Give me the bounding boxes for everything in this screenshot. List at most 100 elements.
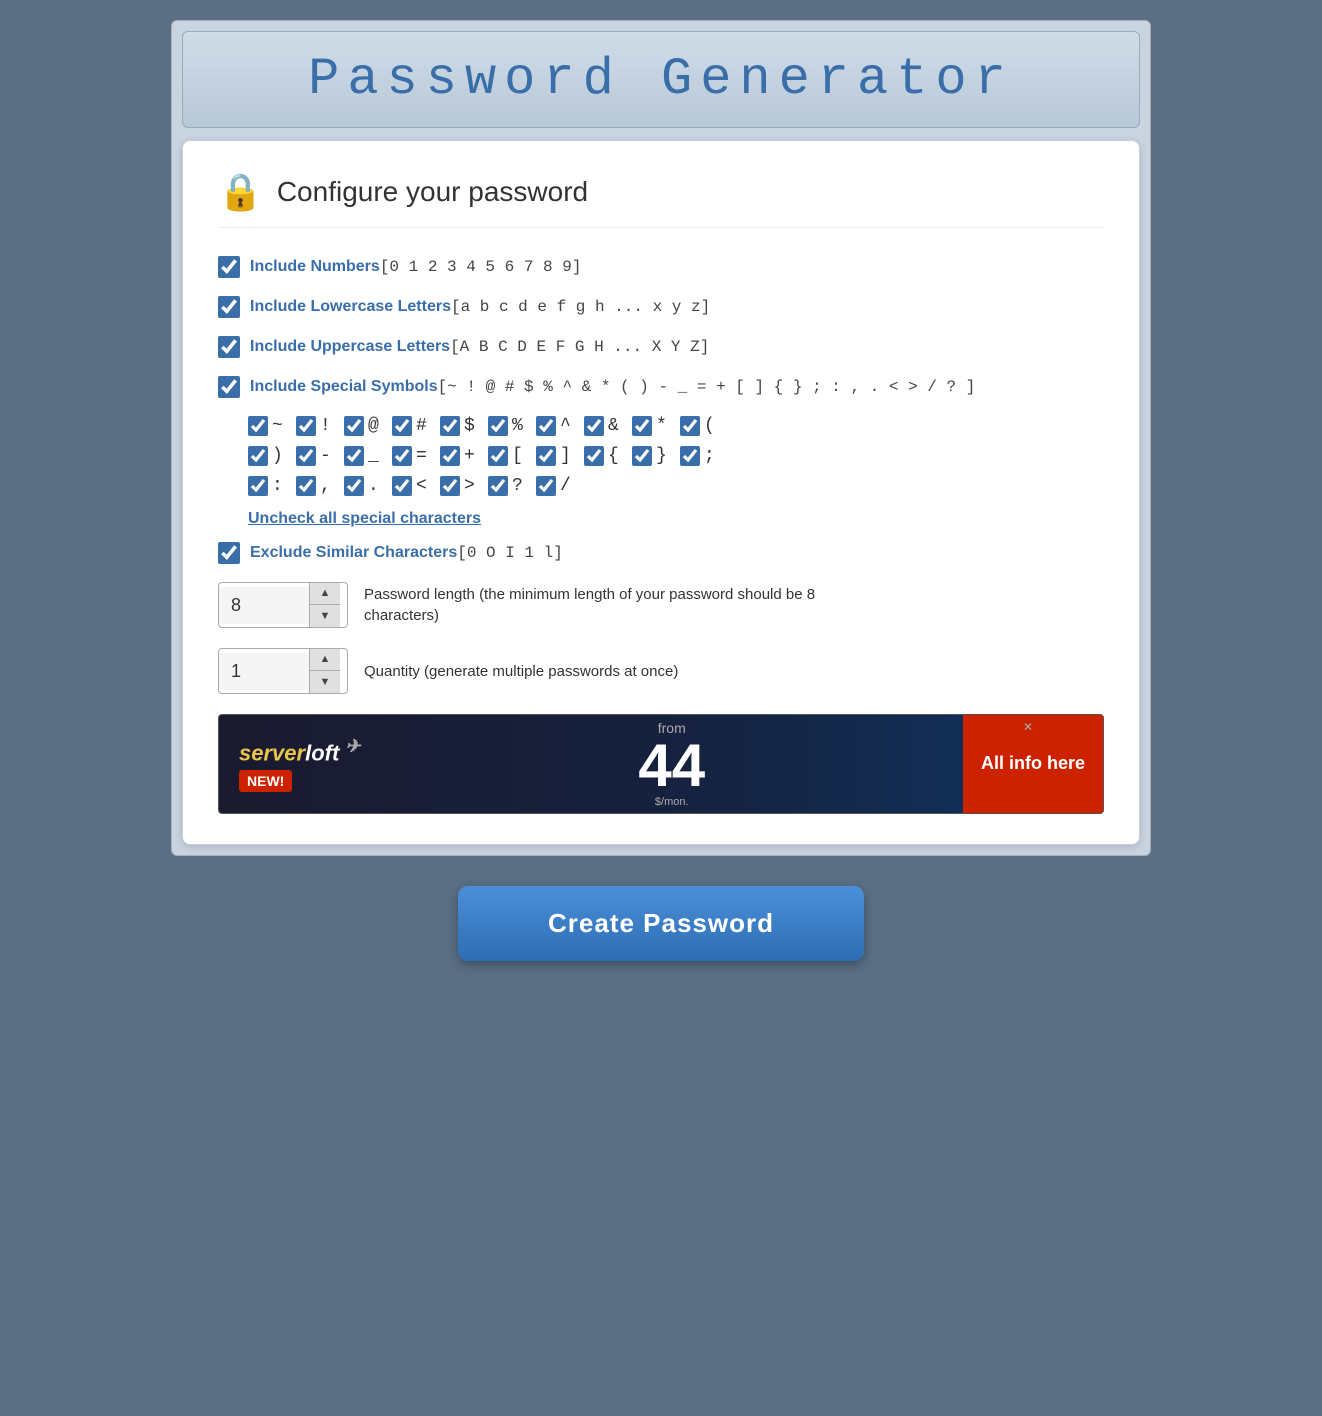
char-cbracket-checkbox[interactable] <box>536 446 556 466</box>
char-star-checkbox[interactable] <box>632 416 652 436</box>
outer-container: Password Generator 🔒 Configure your pass… <box>171 20 1151 856</box>
char-percent: % <box>488 416 528 436</box>
quantity-buttons: ▲ ▼ <box>309 649 340 693</box>
char-minus-checkbox[interactable] <box>296 446 316 466</box>
quantity-up[interactable]: ▲ <box>310 649 340 671</box>
char-plus: + <box>440 446 480 466</box>
uppercase-label[interactable]: Include Uppercase Letters <box>250 338 450 356</box>
char-at-checkbox[interactable] <box>344 416 364 436</box>
char-obracket-checkbox[interactable] <box>488 446 508 466</box>
title-bar: Password Generator <box>182 31 1140 128</box>
special-chars-grid: ~ ! @ # $ <box>248 416 1104 496</box>
char-percent-checkbox[interactable] <box>488 416 508 436</box>
char-ocurly: { <box>584 446 624 466</box>
password-length-row: ▲ ▼ Password length (the minimum length … <box>218 582 1104 628</box>
char-obracket: [ <box>488 446 528 466</box>
char-comma-checkbox[interactable] <box>296 476 316 496</box>
char-equals-checkbox[interactable] <box>392 446 412 466</box>
char-lt: < <box>392 476 432 496</box>
quantity-down[interactable]: ▼ <box>310 671 340 693</box>
char-under: _ <box>344 446 384 466</box>
char-question-checkbox[interactable] <box>488 476 508 496</box>
char-caret-checkbox[interactable] <box>536 416 556 436</box>
ad-price: 44 <box>638 736 705 796</box>
special-label[interactable]: Include Special Symbols <box>250 378 438 396</box>
password-length-desc: Password length (the minimum length of y… <box>364 584 864 626</box>
char-cparen-checkbox[interactable] <box>248 446 268 466</box>
char-dot-checkbox[interactable] <box>344 476 364 496</box>
create-password-button[interactable]: Create Password <box>458 886 864 961</box>
char-ccurly: } <box>632 446 672 466</box>
quantity-spinner: ▲ ▼ <box>218 648 348 694</box>
char-dot: . <box>344 476 384 496</box>
ad-banner: serverloft ✈ NEW! from 44 $/mon. All inf… <box>218 714 1104 814</box>
char-dollar-checkbox[interactable] <box>440 416 460 436</box>
numbers-option-row: Include Numbers [0 1 2 3 4 5 6 7 8 9] <box>218 256 1104 278</box>
exclude-similar-label[interactable]: Exclude Similar Characters <box>250 544 457 562</box>
char-gt-checkbox[interactable] <box>440 476 460 496</box>
char-slash: / <box>536 476 576 496</box>
char-question: ? <box>488 476 528 496</box>
special-chars-row-1: ~ ! @ # $ <box>248 416 1104 436</box>
char-under-checkbox[interactable] <box>344 446 364 466</box>
char-cbracket: ] <box>536 446 576 466</box>
char-hash-checkbox[interactable] <box>392 416 412 436</box>
card-header: 🔒 Configure your password <box>218 171 1104 228</box>
uppercase-chars: [A B C D E F G H ... X Y Z] <box>450 338 709 356</box>
char-slash-checkbox[interactable] <box>536 476 556 496</box>
char-lt-checkbox[interactable] <box>392 476 412 496</box>
create-button-container: Create Password <box>458 886 864 981</box>
exclude-similar-checkbox[interactable] <box>218 542 240 564</box>
exclude-similar-row: Exclude Similar Characters [0 O I 1 l] <box>218 542 1104 564</box>
char-amp: & <box>584 416 624 436</box>
password-length-up[interactable]: ▲ <box>310 583 340 605</box>
special-chars-summary: [~ ! @ # $ % ^ & * ( ) - _ = + [ ] { } ;… <box>438 378 976 396</box>
exclude-similar-chars: [0 O I 1 l] <box>457 544 563 562</box>
char-oparen-checkbox[interactable] <box>680 416 700 436</box>
char-equals: = <box>392 446 432 466</box>
special-checkbox[interactable] <box>218 376 240 398</box>
lowercase-checkbox[interactable] <box>218 296 240 318</box>
ad-brand: serverloft ✈ <box>239 736 361 766</box>
uncheck-all-link[interactable]: Uncheck all special characters <box>248 510 1104 528</box>
numbers-checkbox[interactable] <box>218 256 240 278</box>
char-comma: , <box>296 476 336 496</box>
char-star: * <box>632 416 672 436</box>
password-length-down[interactable]: ▼ <box>310 605 340 627</box>
main-card: 🔒 Configure your password Include Number… <box>182 140 1140 845</box>
quantity-row: ▲ ▼ Quantity (generate multiple password… <box>218 648 1104 694</box>
char-exclaim-checkbox[interactable] <box>296 416 316 436</box>
char-semicolon: ; <box>680 446 720 466</box>
quantity-desc: Quantity (generate multiple passwords at… <box>364 661 678 682</box>
numbers-label[interactable]: Include Numbers <box>250 258 380 276</box>
char-oparen: ( <box>680 416 720 436</box>
lowercase-chars: [a b c d e f g h ... x y z] <box>451 298 710 316</box>
ad-close-icon[interactable]: ✕ <box>1023 720 1033 734</box>
password-length-spinner: ▲ ▼ <box>218 582 348 628</box>
char-ccurly-checkbox[interactable] <box>632 446 652 466</box>
ad-left: serverloft ✈ NEW! <box>219 726 381 802</box>
quantity-input[interactable] <box>219 653 309 690</box>
char-tilde-checkbox[interactable] <box>248 416 268 436</box>
char-at: @ <box>344 416 384 436</box>
special-chars-row-2: ) - _ = + <box>248 446 1104 466</box>
page-title: Password Generator <box>203 50 1119 109</box>
char-amp-checkbox[interactable] <box>584 416 604 436</box>
char-colon-checkbox[interactable] <box>248 476 268 496</box>
char-caret: ^ <box>536 416 576 436</box>
lock-icon: 🔒 <box>218 171 263 213</box>
char-tilde: ~ <box>248 416 288 436</box>
char-exclaim: ! <box>296 416 336 436</box>
char-semicolon-checkbox[interactable] <box>680 446 700 466</box>
uppercase-checkbox[interactable] <box>218 336 240 358</box>
password-length-input[interactable] <box>219 587 309 624</box>
char-colon: : <box>248 476 288 496</box>
char-plus-checkbox[interactable] <box>440 446 460 466</box>
ad-center: from 44 $/mon. <box>628 714 715 814</box>
configure-title: Configure your password <box>277 176 588 208</box>
char-hash: # <box>392 416 432 436</box>
lowercase-label[interactable]: Include Lowercase Letters <box>250 298 451 316</box>
numbers-chars: [0 1 2 3 4 5 6 7 8 9] <box>380 258 582 276</box>
special-option-row: Include Special Symbols [~ ! @ # $ % ^ &… <box>218 376 1104 398</box>
char-ocurly-checkbox[interactable] <box>584 446 604 466</box>
